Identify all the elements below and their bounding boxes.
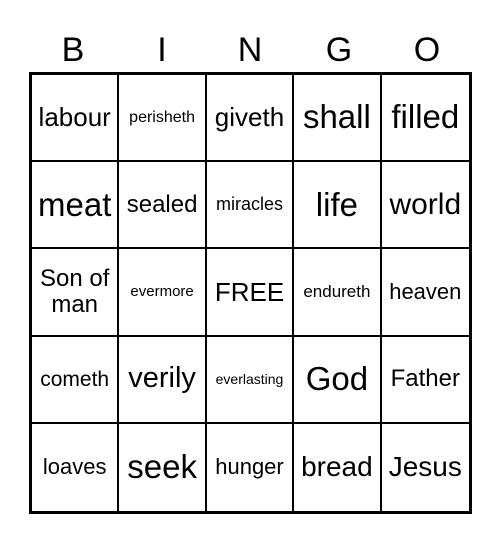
bingo-cell[interactable]: loaves: [32, 423, 120, 511]
header-letter-b: B: [61, 31, 85, 69]
bingo-cell[interactable]: hunger: [207, 423, 295, 511]
bingo-cell[interactable]: meat: [32, 162, 120, 250]
bingo-cell[interactable]: sealed: [119, 162, 207, 250]
bingo-cell[interactable]: shall: [294, 75, 382, 163]
bingo-cell[interactable]: cometh: [32, 336, 120, 424]
header-letter-n: N: [237, 31, 263, 69]
bingo-cell[interactable]: FREE: [206, 249, 295, 337]
bingo-card-grid: labour perisheth giveth shall filled meat seal…: [29, 72, 472, 514]
bingo-cell[interactable]: endureth: [294, 249, 382, 337]
bingo-cell[interactable]: everlasting: [206, 336, 295, 424]
bingo-cell[interactable]: giveth: [206, 75, 295, 163]
bingo-cell[interactable]: life: [294, 162, 382, 250]
bingo-cell[interactable]: Jesus: [382, 424, 469, 511]
bingo-cell[interactable]: labour: [32, 75, 120, 163]
header-letter-i: I: [157, 31, 167, 69]
bingo-cell[interactable]: Son of man: [32, 249, 120, 337]
bingo-cell[interactable]: evermore: [119, 249, 207, 337]
bingo-cell[interactable]: bread: [294, 423, 382, 511]
header-letter-o: O: [413, 31, 441, 69]
bingo-cell[interactable]: verily: [119, 336, 207, 424]
bingo-cell[interactable]: seek: [119, 423, 207, 511]
header-letter-g: G: [325, 31, 353, 69]
bingo-cell[interactable]: Father: [381, 337, 469, 424]
bingo-cell[interactable]: world: [381, 162, 469, 250]
bingo-cell[interactable]: filled: [381, 75, 469, 163]
bingo-cell[interactable]: heaven: [381, 249, 469, 337]
bingo-cell[interactable]: perisheth: [119, 75, 207, 163]
bingo-cell[interactable]: miracles: [206, 162, 295, 250]
bingo-cell[interactable]: God: [294, 336, 382, 424]
